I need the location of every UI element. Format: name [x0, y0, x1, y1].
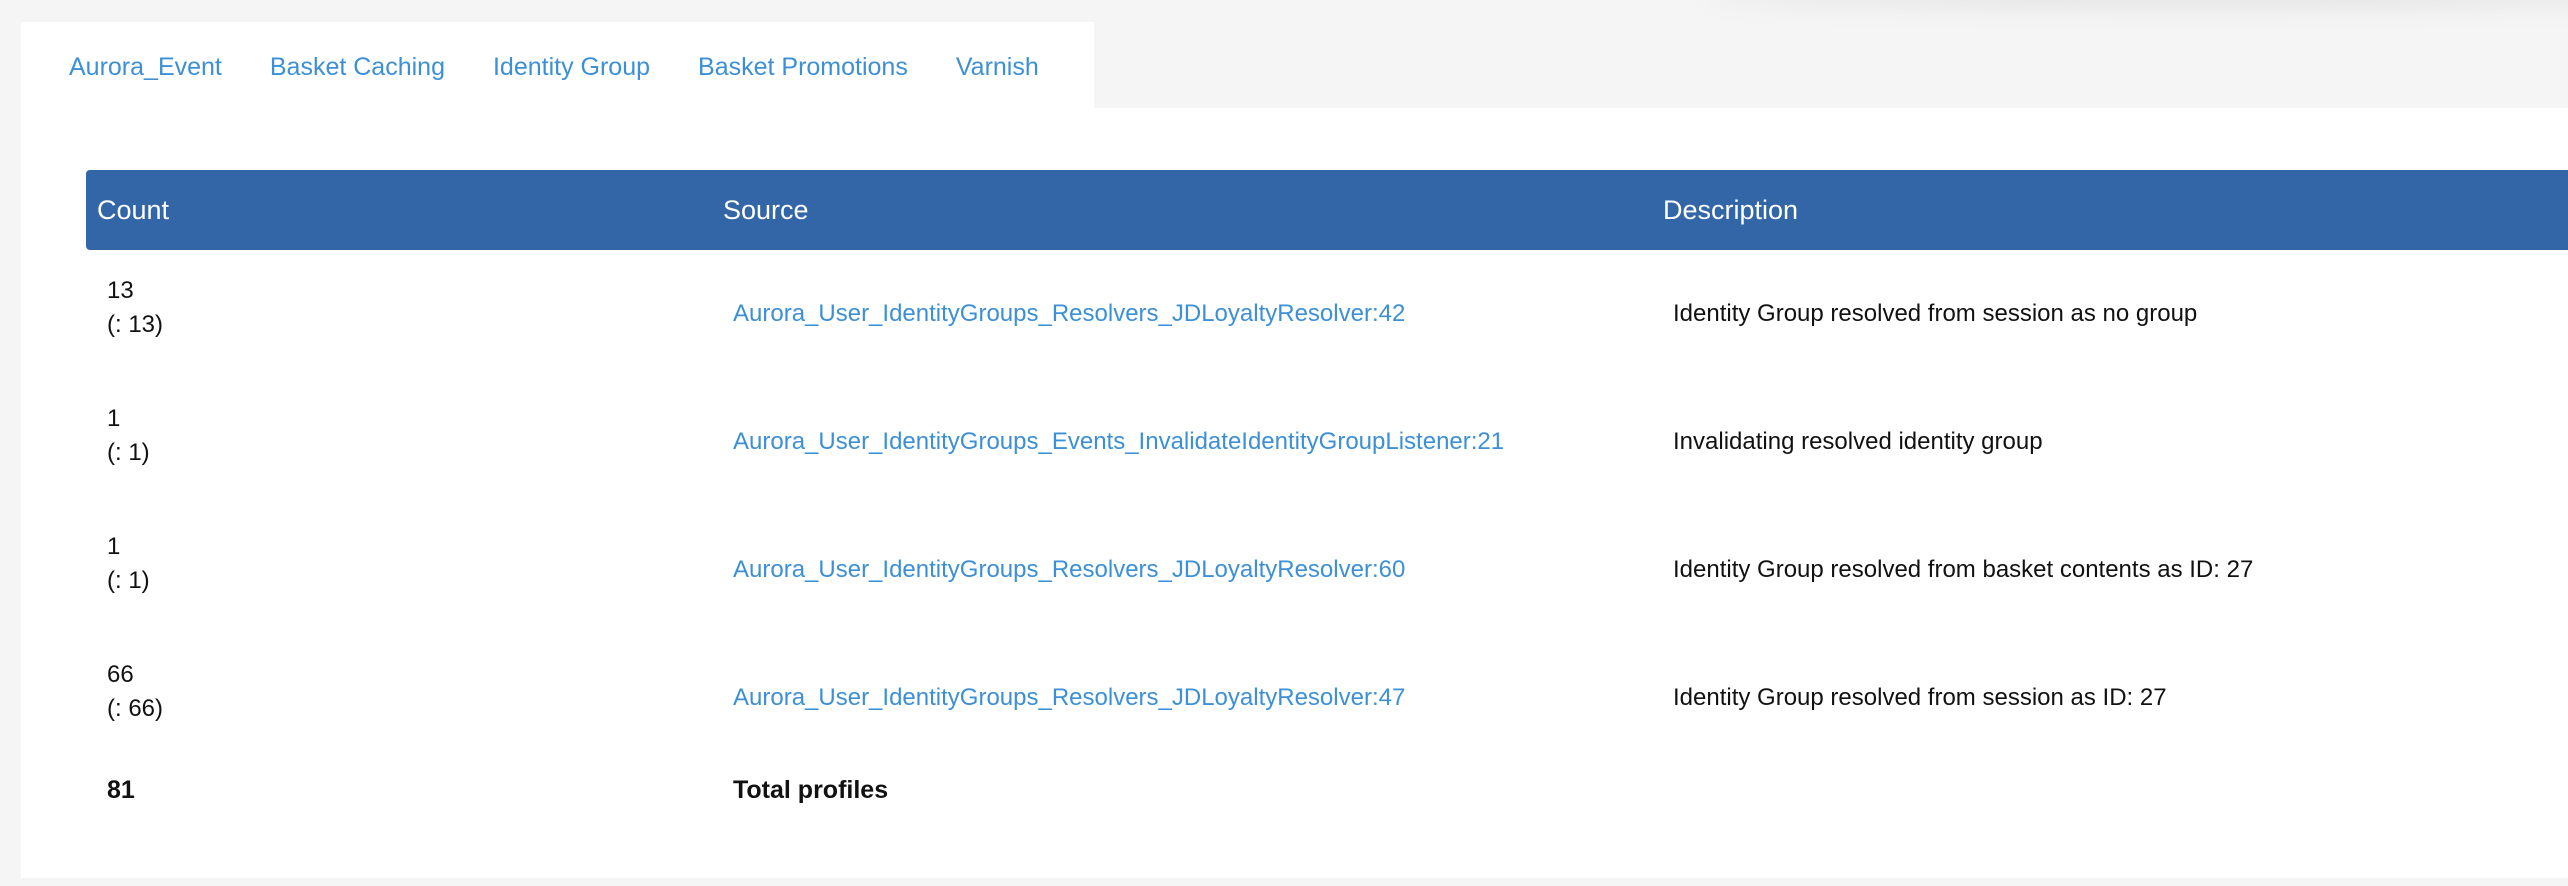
- count-value: 1: [107, 533, 121, 560]
- count-cell: 66 (: 66): [107, 658, 163, 726]
- header-source: Source: [723, 195, 809, 225]
- table-row: 1 (: 1) Aurora_User_IdentityGroups_Resol…: [86, 506, 2568, 634]
- total-row: 81 Total profiles: [86, 762, 2568, 842]
- profile-table: Count Source Description 13 (: 13) Auror…: [86, 170, 2568, 842]
- tab-aurora-event[interactable]: Aurora_Event: [69, 53, 222, 82]
- tab-basket-promotions[interactable]: Basket Promotions: [698, 53, 908, 82]
- source-link[interactable]: Aurora_User_IdentityGroups_Events_Invali…: [733, 425, 1504, 459]
- count-value: 1: [107, 405, 121, 432]
- tab-identity-group[interactable]: Identity Group: [493, 53, 650, 82]
- description-cell: Identity Group resolved from session as …: [1673, 684, 2167, 711]
- count-sub: (: 13): [107, 311, 164, 338]
- count-sub: (: 1): [107, 567, 150, 594]
- count-cell: 13 (: 13): [107, 274, 163, 342]
- source-link[interactable]: Aurora_User_IdentityGroups_Resolvers_JDL…: [733, 553, 1405, 587]
- table-row: 66 (: 66) Aurora_User_IdentityGroups_Res…: [86, 634, 2568, 762]
- count-value: 66: [107, 661, 134, 688]
- header-count: Count: [97, 195, 170, 225]
- total-label: Total profiles: [733, 776, 889, 804]
- header-description: Description: [1663, 195, 1799, 225]
- total-count: 81: [107, 776, 135, 804]
- count-sub: (: 66): [107, 695, 164, 722]
- table-row: 13 (: 13) Aurora_User_IdentityGroups_Res…: [86, 250, 2568, 378]
- description-cell: Invalidating resolved identity group: [1673, 428, 2043, 455]
- table-row: 1 (: 1) Aurora_User_IdentityGroups_Event…: [86, 378, 2568, 506]
- source-link[interactable]: Aurora_User_IdentityGroups_Resolvers_JDL…: [733, 297, 1405, 331]
- source-link[interactable]: Aurora_User_IdentityGroups_Resolvers_JDL…: [733, 681, 1405, 715]
- count-cell: 1 (: 1): [107, 402, 150, 470]
- description-cell: Identity Group resolved from basket cont…: [1673, 556, 2254, 583]
- count-cell: 1 (: 1): [107, 530, 150, 598]
- description-cell: Identity Group resolved from session as …: [1673, 300, 2198, 327]
- count-value: 13: [107, 277, 134, 304]
- tab-bar: Aurora_Event Basket Caching Identity Gro…: [21, 22, 1094, 112]
- tab-varnish[interactable]: Varnish: [956, 53, 1039, 82]
- tab-basket-caching[interactable]: Basket Caching: [270, 53, 445, 82]
- count-sub: (: 1): [107, 439, 150, 466]
- table-header: Count Source Description: [86, 170, 2568, 250]
